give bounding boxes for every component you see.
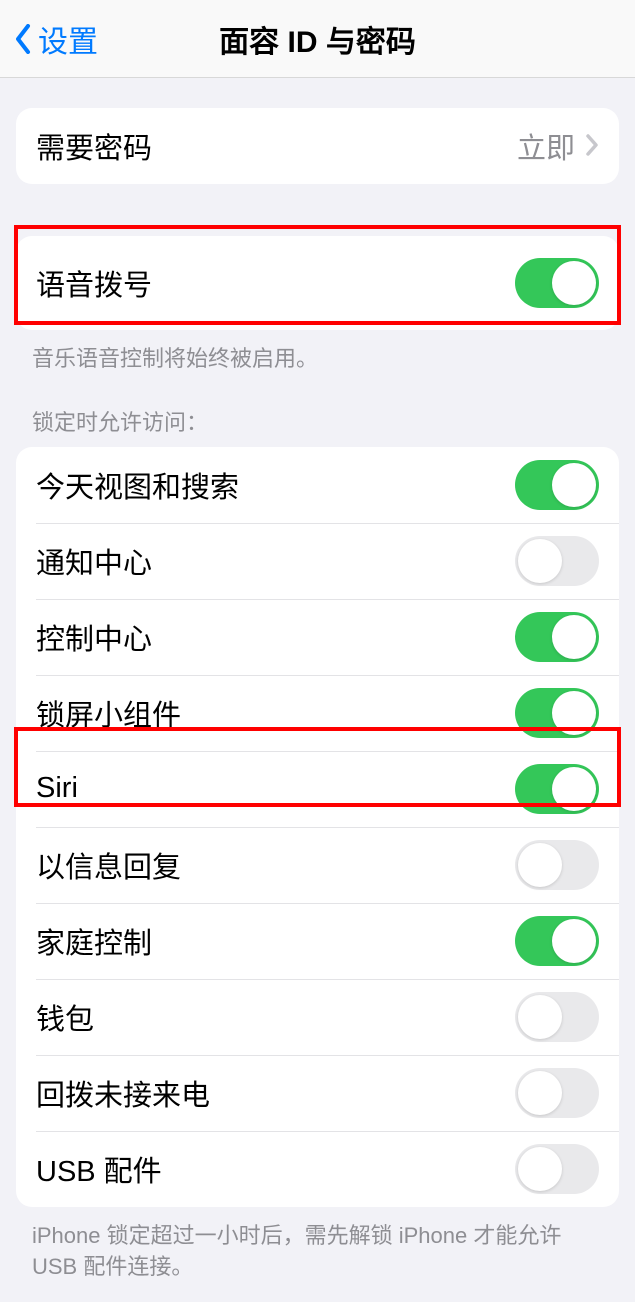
locked-access-footer: iPhone 锁定超过一小时后，需先解锁 iPhone 才能允许 USB 配件连…	[0, 1207, 635, 1283]
voice-dial-footer: 音乐语音控制将始终被启用。	[0, 330, 635, 375]
chevron-left-icon	[14, 24, 32, 54]
locked-access-row: 通知中心	[16, 523, 619, 599]
require-passcode-value: 立即	[517, 125, 575, 167]
locked-access-row: 控制中心	[16, 599, 619, 675]
locked-access-label: Siri	[36, 772, 78, 805]
locked-access-switch[interactable]	[515, 1144, 599, 1194]
locked-access-label: USB 配件	[36, 1148, 162, 1190]
back-label: 设置	[38, 17, 98, 61]
locked-access-label: 锁屏小组件	[36, 692, 181, 734]
require-passcode-label: 需要密码	[36, 125, 152, 167]
locked-access-group: 今天视图和搜索通知中心控制中心锁屏小组件 Siri 以信息回复家庭控制钱包回拨未接来…	[16, 447, 619, 1207]
locked-access-row: 回拨未接来电	[16, 1055, 619, 1131]
locked-access-row: 家庭控制	[16, 903, 619, 979]
locked-access-label: 家庭控制	[36, 920, 152, 962]
locked-access-switch[interactable]	[515, 536, 599, 586]
locked-access-switch[interactable]	[515, 840, 599, 890]
locked-access-row: 以信息回复	[16, 827, 619, 903]
locked-access-label: 控制中心	[36, 616, 152, 658]
require-passcode-row[interactable]: 需要密码 立即	[16, 108, 619, 184]
locked-access-row: 锁屏小组件	[16, 675, 619, 751]
locked-access-label: 以信息回复	[36, 844, 181, 886]
back-button[interactable]: 设置	[14, 17, 98, 61]
locked-access-label: 今天视图和搜索	[36, 464, 239, 506]
locked-access-label: 通知中心	[36, 540, 152, 582]
require-passcode-group: 需要密码 立即	[16, 108, 619, 184]
locked-access-row: 今天视图和搜索	[16, 447, 619, 523]
locked-access-switch[interactable]	[515, 916, 599, 966]
chevron-right-icon	[585, 130, 599, 162]
locked-access-switch[interactable]	[515, 992, 599, 1042]
navigation-bar: 设置 面容 ID 与密码	[0, 0, 635, 78]
locked-access-header: 锁定时允许访问：	[0, 375, 635, 447]
locked-access-switch[interactable]	[515, 460, 599, 510]
voice-dial-label: 语音拨号	[36, 262, 152, 304]
voice-dial-switch[interactable]	[515, 258, 599, 308]
voice-dial-group: 语音拨号	[16, 236, 619, 330]
locked-access-switch[interactable]	[515, 764, 599, 814]
locked-access-label: 钱包	[36, 996, 94, 1038]
locked-access-label: 回拨未接来电	[36, 1072, 210, 1114]
locked-access-row: USB 配件	[16, 1131, 619, 1207]
locked-access-row: 钱包	[16, 979, 619, 1055]
voice-dial-row: 语音拨号	[16, 236, 619, 330]
locked-access-switch[interactable]	[515, 688, 599, 738]
locked-access-switch[interactable]	[515, 612, 599, 662]
locked-access-row: Siri	[16, 751, 619, 827]
locked-access-switch[interactable]	[515, 1068, 599, 1118]
